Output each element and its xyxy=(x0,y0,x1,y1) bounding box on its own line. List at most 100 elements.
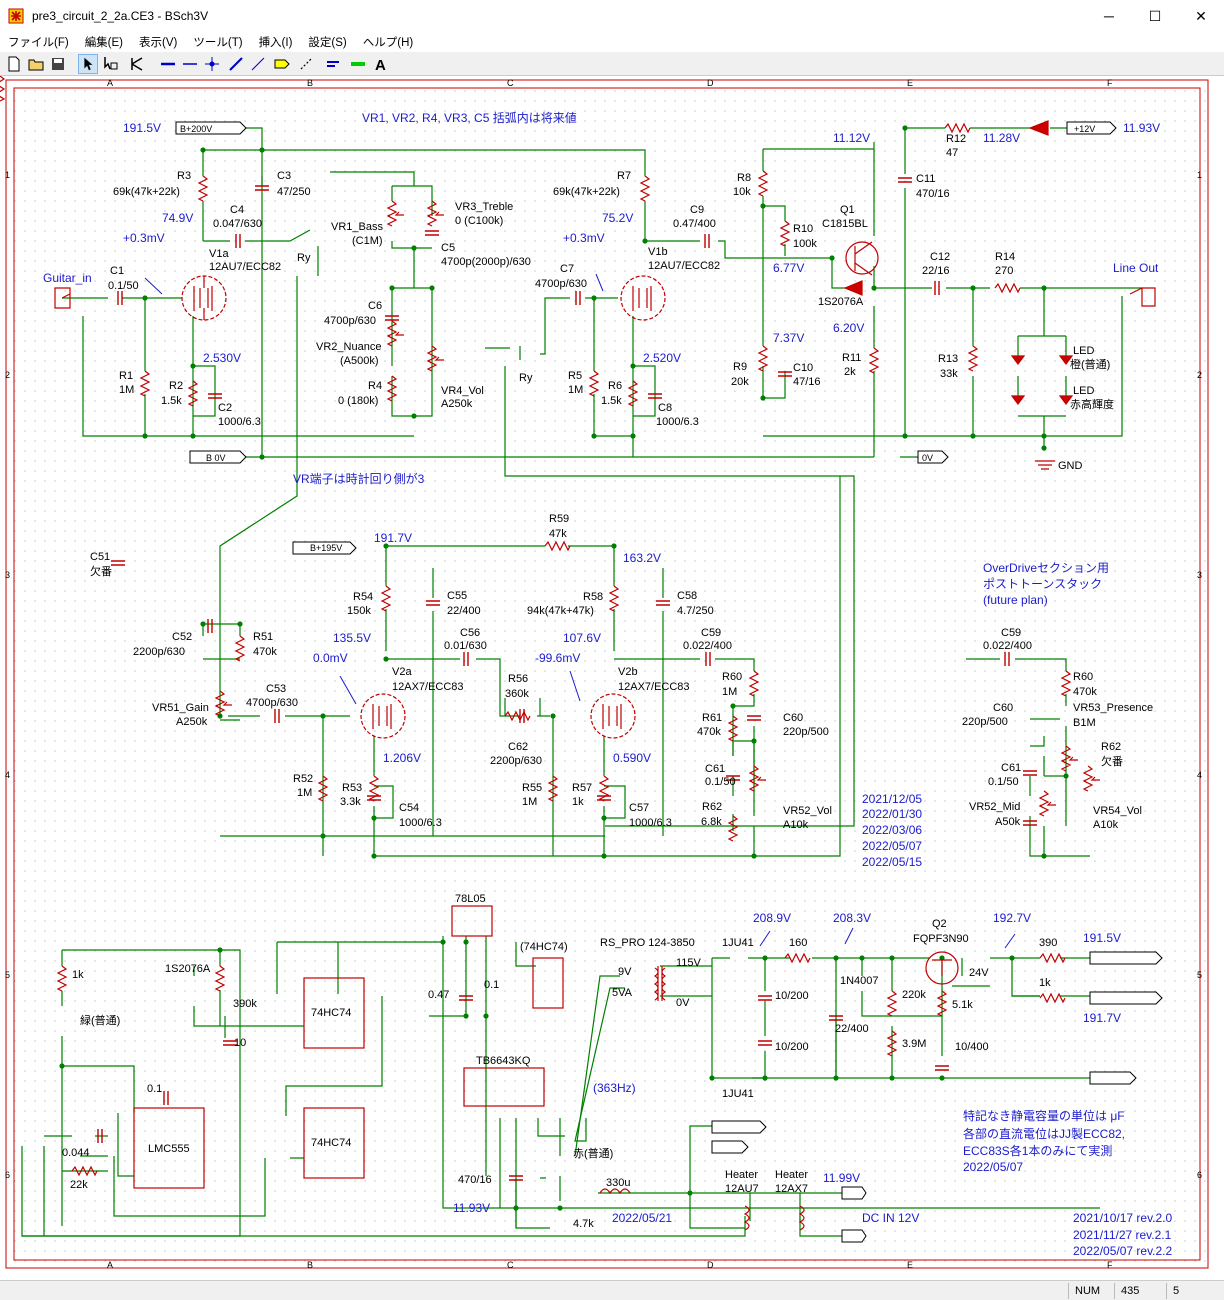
junction-dot xyxy=(591,295,597,301)
junction-dot xyxy=(200,147,206,153)
component-label: B+195V xyxy=(310,543,342,553)
minimize-button[interactable]: ─ xyxy=(1086,0,1132,32)
open-icon[interactable] xyxy=(26,54,46,74)
junction-dot xyxy=(709,1075,715,1081)
component-label: 12AX7/ECC83 xyxy=(618,681,690,693)
voltage-reading: 6.20V xyxy=(833,321,864,335)
grid-row-label: 1 xyxy=(5,170,10,180)
junction-dot xyxy=(630,363,636,369)
component-label: R60 xyxy=(1073,671,1093,683)
menu-edit[interactable]: 編集(E) xyxy=(77,34,131,50)
select-icon[interactable] xyxy=(78,54,98,74)
voltage-reading: -99.6mV xyxy=(535,651,580,665)
grid-row-label: 4 xyxy=(1197,770,1202,780)
grid-col-label: F xyxy=(1107,1260,1113,1270)
component-label: C60 xyxy=(783,712,803,724)
date-text: 2021/12/05 xyxy=(862,792,922,806)
wire-icon[interactable] xyxy=(158,54,178,74)
junction-dot xyxy=(200,621,206,627)
voltage-reading: 11.93V xyxy=(453,1201,490,1215)
component-label: 220p/500 xyxy=(962,716,1008,728)
component-label: 9V xyxy=(618,966,632,978)
component-label: R14 xyxy=(995,251,1015,263)
component-label: 74HC74 xyxy=(311,1007,351,1019)
bus-icon[interactable] xyxy=(180,54,200,74)
component-label: 94k(47k+47k) xyxy=(527,605,594,617)
component-label: C62 xyxy=(508,741,528,753)
revision-text: 2022/05/07 rev.2.2 xyxy=(1073,1244,1173,1258)
menu-settings[interactable]: 設定(S) xyxy=(300,34,354,50)
component-label: C1 xyxy=(110,265,124,277)
junction-dot xyxy=(1041,433,1047,439)
maximize-button[interactable]: ☐ xyxy=(1132,0,1178,32)
menu-help[interactable]: ヘルプ(H) xyxy=(355,34,421,50)
component-label: (C1M) xyxy=(352,235,383,247)
component-label: FQPF3N90 xyxy=(913,933,969,945)
junction-dot xyxy=(833,1075,839,1081)
voltage-reading: 2.520V xyxy=(643,351,681,365)
component-label: C5 xyxy=(441,242,455,254)
menu-insert[interactable]: 挿入(I) xyxy=(251,34,301,50)
component-label: DC IN 12V xyxy=(862,1211,919,1225)
menu-view[interactable]: 表示(V) xyxy=(131,34,185,50)
component-label: C2 xyxy=(218,402,232,414)
component-label: 1M xyxy=(522,796,537,808)
component-label: 5.1k xyxy=(952,999,973,1011)
label-icon[interactable] xyxy=(324,54,344,74)
component-label: 47 xyxy=(946,147,958,159)
comment-icon[interactable] xyxy=(296,54,316,74)
component-label: VR52_Mid xyxy=(969,801,1020,813)
component-label: 0.01/630 xyxy=(444,640,487,652)
junction-dot xyxy=(970,433,976,439)
junction-dot xyxy=(59,1063,65,1069)
component-label: B1M xyxy=(1073,717,1096,729)
schematic-canvas[interactable]: AABBCCDDEEFF112233445566 VR1, VR2, R4, V… xyxy=(0,76,1224,1280)
tag-icon[interactable] xyxy=(272,54,292,74)
text-icon[interactable]: A xyxy=(370,54,390,74)
junction-dot xyxy=(371,815,377,821)
drag-icon[interactable] xyxy=(100,54,120,74)
component-label: 10/200 xyxy=(775,990,809,1002)
component-label: A10k xyxy=(1093,819,1119,831)
component-label: 0.022/400 xyxy=(983,640,1032,652)
component-label: 1k xyxy=(572,796,584,808)
voltage-reading: 7.37V xyxy=(773,331,804,345)
grid-row-label: 3 xyxy=(5,570,10,580)
new-icon[interactable] xyxy=(4,54,24,74)
component-label: 390 xyxy=(1039,937,1057,949)
dash-icon[interactable] xyxy=(248,54,268,74)
component-label: VR3_Treble xyxy=(455,201,513,213)
component-label: 1S2076A xyxy=(818,296,864,308)
component-label: 1M xyxy=(722,686,737,698)
tag-icon[interactable] xyxy=(128,54,148,74)
menu-file[interactable]: ファイル(F) xyxy=(0,34,77,50)
grid-col-label: D xyxy=(707,1260,714,1270)
component-label: VR4_Vol xyxy=(441,385,484,397)
entry-icon[interactable] xyxy=(226,54,246,74)
close-button[interactable]: ✕ xyxy=(1178,0,1224,32)
schematic-sheet[interactable]: AABBCCDDEEFF1 12 23 34 45 56 6 VR1, VR2,… xyxy=(0,76,1224,1280)
component-label: VR2_Nuance xyxy=(316,341,381,353)
menu-tools[interactable]: ツール(T) xyxy=(185,34,250,50)
component-label: 330u xyxy=(606,1177,630,1189)
grid-col-label: C xyxy=(507,78,514,88)
component-label: R3 xyxy=(177,170,191,182)
entry-bus-icon[interactable] xyxy=(348,54,368,74)
component-label: 0.044 xyxy=(62,1147,90,1159)
component-label: 47k xyxy=(549,528,567,540)
component-label: C57 xyxy=(629,802,649,814)
component-label: +12V xyxy=(1074,124,1095,134)
component-label: 270 xyxy=(995,265,1013,277)
note-text: (future plan) xyxy=(983,593,1048,607)
junction-icon[interactable] xyxy=(202,54,222,74)
component-label: VR1_Bass xyxy=(331,221,383,233)
component-label: R52 xyxy=(293,773,313,785)
component-label: 33k xyxy=(940,368,958,380)
note-text: VR端子は時計回り側が3 xyxy=(293,471,425,486)
component-label: 100k xyxy=(793,238,817,250)
component-label: 69k(47k+22k) xyxy=(113,186,180,198)
component-label: B+200V xyxy=(180,124,212,134)
component-label: V2a xyxy=(392,666,412,678)
save-icon[interactable] xyxy=(48,54,68,74)
junction-dot xyxy=(142,433,148,439)
